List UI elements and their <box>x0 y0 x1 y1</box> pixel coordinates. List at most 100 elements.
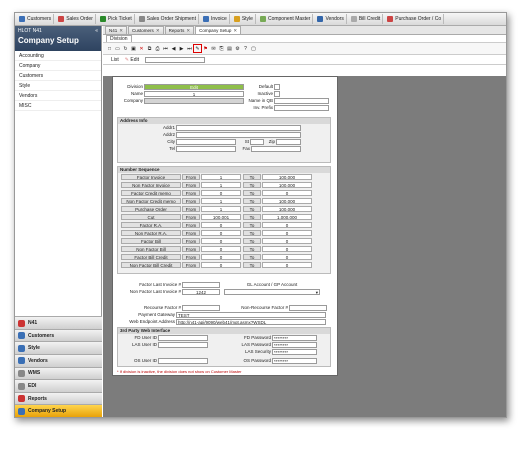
ns-row-label[interactable]: Non Factor Bill Credit <box>121 262 181 268</box>
ns-row-label[interactable]: Purchase Order <box>121 206 181 212</box>
tab-reports[interactable]: Reports ✕ <box>164 26 195 34</box>
factor-last-invoice-field[interactable] <box>182 282 220 288</box>
module-style[interactable]: Style <box>15 341 102 355</box>
quick-launch-customers[interactable]: Customers <box>17 14 55 24</box>
collapse-icon[interactable]: « <box>95 28 98 34</box>
default-checkbox[interactable] <box>274 84 280 90</box>
module-vendors[interactable]: Vendors <box>15 354 102 367</box>
os-password-field[interactable]: ******** <box>272 358 317 364</box>
help-icon[interactable]: ? <box>242 45 249 52</box>
quick-launch-vendors[interactable]: Vendors <box>315 14 347 24</box>
quick-launch-sales-order-shipment[interactable]: Sales Order Shipment <box>137 14 199 24</box>
flag-icon[interactable]: ⚑ <box>202 45 209 52</box>
name-in-qb-field[interactable] <box>274 98 329 104</box>
module-edi[interactable]: EDI <box>15 379 102 392</box>
ns-to-field[interactable]: 0 <box>262 230 312 236</box>
quick-launch-purchase-order-co[interactable]: Purchase Order / Co <box>385 14 445 24</box>
gl-account-select[interactable]: ▾ <box>224 289 320 295</box>
module-wms[interactable]: WMS <box>15 366 102 380</box>
module-company-setup[interactable]: Company Setup <box>15 404 102 417</box>
recourse-factor-field[interactable] <box>182 305 220 311</box>
ns-from-field[interactable]: 1 <box>201 206 241 212</box>
ns-from-field[interactable]: 0 <box>201 190 241 196</box>
ns-to-field[interactable]: 0 <box>262 262 312 268</box>
tab-customers[interactable]: Customers ✕ <box>128 26 164 34</box>
name-field[interactable]: 1 <box>144 91 244 97</box>
zip-field[interactable] <box>276 139 301 145</box>
las-user-field[interactable] <box>158 342 208 348</box>
tel-field[interactable] <box>176 146 236 152</box>
refresh-icon[interactable]: ↻ <box>122 45 129 52</box>
edit-icon[interactable]: ✎ <box>193 44 202 53</box>
module-reports[interactable]: Reports <box>15 391 102 405</box>
tab-division[interactable]: Division <box>106 35 132 42</box>
ns-row-label[interactable]: Factor Credit memo <box>121 190 181 196</box>
mode-field[interactable] <box>145 56 205 63</box>
ns-to-field[interactable]: 100,000 <box>262 206 312 212</box>
module-customers[interactable]: Customers <box>15 328 102 342</box>
sidebar-item-customers[interactable]: Customers <box>15 71 101 81</box>
ns-from-field[interactable]: 0 <box>201 246 241 252</box>
close-icon[interactable]: ▢ <box>250 45 257 52</box>
ns-from-field[interactable]: 1 <box>201 174 241 180</box>
company-field[interactable] <box>144 98 244 104</box>
sidebar-item-vendors[interactable]: Vendors <box>15 91 101 101</box>
list-mode-button[interactable]: List <box>111 57 119 63</box>
ns-to-field[interactable]: 0 <box>262 238 312 244</box>
attach-icon[interactable]: ⎘ <box>218 45 225 52</box>
quick-launch-pick-ticket[interactable]: Pick Ticket <box>98 14 135 24</box>
tab-company-setup[interactable]: Company Setup ✕ <box>195 26 242 34</box>
quick-launch-sales-order[interactable]: Sales Order <box>56 14 96 24</box>
ns-from-field[interactable]: 0 <box>201 222 241 228</box>
web-endpoint-field[interactable]: http://n41-api/9090/web41/mgt.asmx?WSDL <box>176 319 326 325</box>
ns-row-label[interactable]: Factor R.A. <box>121 222 181 228</box>
delete-icon[interactable]: ✕ <box>138 45 145 52</box>
inv-prefix-field[interactable] <box>274 105 329 111</box>
fd-user-field[interactable] <box>158 335 208 341</box>
st-field[interactable] <box>250 139 264 145</box>
ns-row-label[interactable]: Factor Bill <box>121 238 181 244</box>
ns-row-label[interactable]: Non Factor Bill <box>121 246 181 252</box>
last-record-icon[interactable]: ⏭ <box>186 45 193 52</box>
save-icon[interactable]: ▣ <box>130 45 137 52</box>
next-record-icon[interactable]: ▶ <box>178 45 185 52</box>
sidebar-item-style[interactable]: Style <box>15 81 101 91</box>
sidebar-item-accounting[interactable]: Accounting <box>15 51 101 61</box>
ns-to-field[interactable]: 100,000 <box>262 174 312 180</box>
addr1-field[interactable] <box>176 125 301 131</box>
addr2-field[interactable] <box>176 132 301 138</box>
close-icon[interactable]: ✕ <box>186 28 190 34</box>
ns-row-label[interactable]: Cut <box>121 214 181 220</box>
close-icon[interactable]: ✕ <box>156 28 160 34</box>
ns-from-field[interactable]: 1 <box>201 198 241 204</box>
quick-launch-component-master[interactable]: Component Master <box>258 14 314 24</box>
sidebar-item-misc[interactable]: MISC <box>15 101 101 111</box>
ns-row-label[interactable]: Non Factor Invoice <box>121 182 181 188</box>
print-icon[interactable]: ⎙ <box>154 45 161 52</box>
ns-row-label[interactable]: Factor Bill Credit <box>121 254 181 260</box>
quick-launch-bill-credit[interactable]: Bill Credit <box>349 14 384 24</box>
ns-to-field[interactable]: 100,000 <box>262 198 312 204</box>
window-icon[interactable]: ▤ <box>226 45 233 52</box>
inactive-checkbox[interactable] <box>274 91 280 97</box>
ns-from-field[interactable]: 100,001 <box>201 214 241 220</box>
module-n41[interactable]: N41 <box>15 316 102 329</box>
nonfactor-last-invoice-field[interactable]: 1242 <box>182 289 220 295</box>
tab-n41[interactable]: N41 ✕ <box>105 26 128 34</box>
prev-record-icon[interactable]: ◀ <box>170 45 177 52</box>
close-icon[interactable]: ✕ <box>119 28 123 34</box>
payment-gateway-field[interactable]: TEST <box>176 312 326 318</box>
division-field[interactable]: Edit <box>144 84 244 90</box>
ns-to-field[interactable]: 0 <box>262 222 312 228</box>
nonrecourse-factor-field[interactable] <box>289 305 327 311</box>
ns-to-field[interactable]: 100,000 <box>262 182 312 188</box>
settings-icon[interactable]: ⚙ <box>234 45 241 52</box>
new-icon[interactable]: □ <box>106 45 113 52</box>
ns-to-field[interactable]: 0 <box>262 246 312 252</box>
ns-from-field[interactable]: 0 <box>201 254 241 260</box>
open-icon[interactable]: ▭ <box>114 45 121 52</box>
first-record-icon[interactable]: ⏮ <box>162 45 169 52</box>
ns-from-field[interactable]: 0 <box>201 230 241 236</box>
ns-row-label[interactable]: Non Factor Credit memo <box>121 198 181 204</box>
las-security-field[interactable]: ******** <box>272 349 317 355</box>
